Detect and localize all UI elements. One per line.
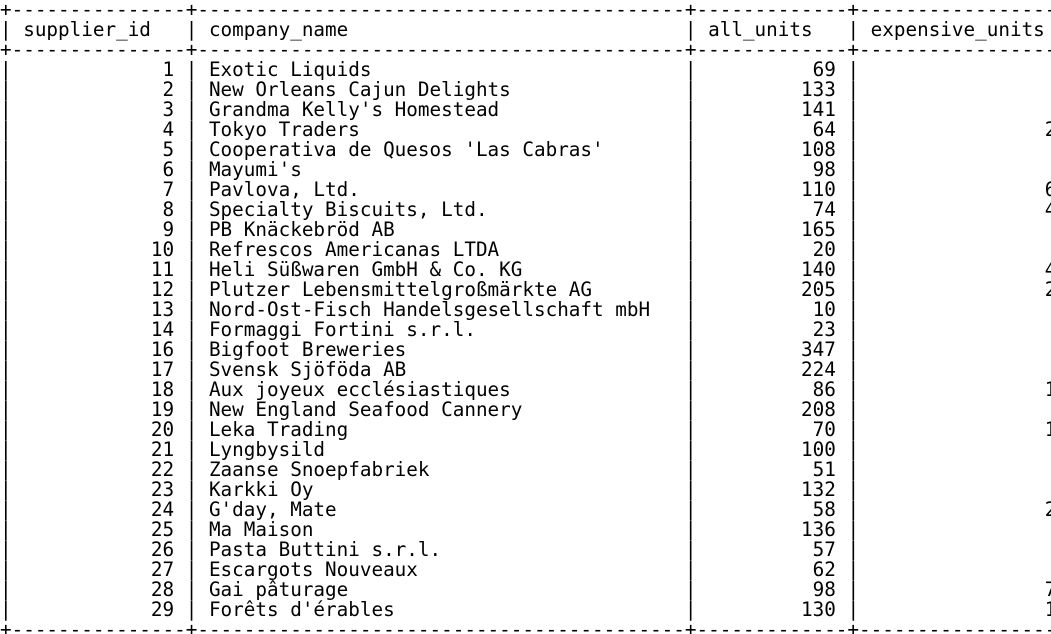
table-row: | 19 | New England Seafood Cannery | 208… bbox=[0, 400, 1051, 420]
table-row: | 21 | Lyngbysild | 100 | 0 | bbox=[0, 440, 1051, 460]
table-border-bottom: +---------------+-----------------------… bbox=[0, 618, 1051, 634]
table-row: | 1 | Exotic Liquids | 69 | 0 | bbox=[0, 60, 1051, 80]
table-row: | 14 | Formaggi Fortini s.r.l. | 23 | 0 … bbox=[0, 320, 1051, 340]
table-row: | 6 | Mayumi's | 98 | 0 | bbox=[0, 160, 1051, 180]
table-border-header: +---------------+-----------------------… bbox=[0, 38, 1051, 61]
table-row: | 9 | PB Knäckebröd AB | 165 | 0 | bbox=[0, 220, 1051, 240]
table-row: | 13 | Nord-Ost-Fisch Handelsgesellschaf… bbox=[0, 300, 1051, 320]
terminal-output: +---------------+-----------------------… bbox=[0, 0, 1051, 634]
table-row: | 18 | Aux joyeux ecclésiastiques | 86 |… bbox=[0, 380, 1051, 400]
table-row: | 10 | Refrescos Americanas LTDA | 20 | … bbox=[0, 240, 1051, 260]
table-border-top: +---------------+-----------------------… bbox=[0, 0, 1051, 21]
table-row: | 12 | Plutzer Lebensmittelgroßmärkte AG… bbox=[0, 280, 1051, 300]
table-row: | 7 | Pavlova, Ltd. | 110 | 66 | bbox=[0, 180, 1051, 200]
table-row: | 11 | Heli Süßwaren GmbH & Co. KG | 140… bbox=[0, 260, 1051, 280]
table-row: | 28 | Gai pâturage | 98 | 79 | bbox=[0, 580, 1051, 600]
table-row: | 3 | Grandma Kelly's Homestead | 141 | … bbox=[0, 100, 1051, 120]
table-row: | 17 | Svensk Sjöföda AB | 224 | 0 | bbox=[0, 360, 1051, 380]
table-row: | 26 | Pasta Buttini s.r.l. | 57 | 0 | bbox=[0, 540, 1051, 560]
table-row: | 23 | Karkki Oy | 132 | 0 | bbox=[0, 480, 1051, 500]
table-row: | 24 | G'day, Mate | 58 | 20 | bbox=[0, 500, 1051, 520]
table-row: | 29 | Forêts d'érables | 130 | 17 | bbox=[0, 600, 1051, 620]
table-row: | 25 | Ma Maison | 136 | 0 | bbox=[0, 520, 1051, 540]
table-row: | 2 | New Orleans Cajun Delights | 133 |… bbox=[0, 80, 1051, 100]
table-row: | 16 | Bigfoot Breweries | 347 | 0 | bbox=[0, 340, 1051, 360]
table-row: | 4 | Tokyo Traders | 64 | 29 | bbox=[0, 120, 1051, 140]
table-row: | 5 | Cooperativa de Quesos 'Las Cabras'… bbox=[0, 140, 1051, 160]
table-row: | 8 | Specialty Biscuits, Ltd. | 74 | 40… bbox=[0, 200, 1051, 220]
table-row: | 20 | Leka Trading | 70 | 17 | bbox=[0, 420, 1051, 440]
table-row: | 27 | Escargots Nouveaux | 62 | 0 | bbox=[0, 560, 1051, 580]
table-header-row: | supplier_id | company_name | all_units… bbox=[0, 20, 1051, 40]
table-row: | 22 | Zaanse Snoepfabriek | 51 | 0 | bbox=[0, 460, 1051, 480]
